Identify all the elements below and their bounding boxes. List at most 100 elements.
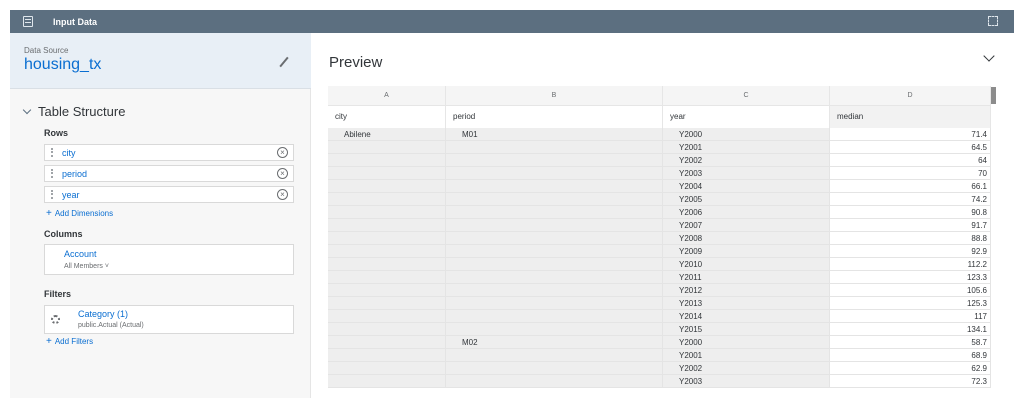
table-cell[interactable]: 88.8	[830, 232, 991, 245]
table-cell[interactable]	[446, 349, 663, 362]
filter-category[interactable]: Category (1) public.Actual (Actual)	[44, 305, 294, 334]
table-cell[interactable]: Y2011	[663, 271, 830, 284]
table-cell[interactable]: Y2009	[663, 245, 830, 258]
table-cell[interactable]	[328, 232, 446, 245]
table-cell[interactable]: 58.7	[830, 336, 991, 349]
remove-icon[interactable]: ×	[277, 168, 288, 179]
add-dimensions-link[interactable]: + Add Dimensions	[46, 208, 113, 219]
table-cell[interactable]: Y2004	[663, 180, 830, 193]
table-cell[interactable]	[328, 297, 446, 310]
table-cell[interactable]	[446, 167, 663, 180]
table-cell[interactable]: 68.9	[830, 349, 991, 362]
table-cell[interactable]	[328, 180, 446, 193]
table-cell[interactable]: 112.2	[830, 258, 991, 271]
table-cell[interactable]	[328, 154, 446, 167]
table-cell[interactable]	[446, 193, 663, 206]
column-letter[interactable]: D	[830, 86, 991, 105]
table-cell[interactable]	[328, 336, 446, 349]
table-cell[interactable]	[328, 206, 446, 219]
table-cell[interactable]	[328, 375, 446, 388]
table-cell[interactable]: Y2013	[663, 297, 830, 310]
table-cell[interactable]: Y2007	[663, 219, 830, 232]
field-header[interactable]: year	[663, 106, 830, 128]
table-cell[interactable]: 64.5	[830, 141, 991, 154]
chevron-down-icon[interactable]	[983, 50, 995, 62]
account-members-dropdown[interactable]: All Members ˅	[64, 263, 109, 270]
table-cell[interactable]: 71.4	[830, 128, 991, 141]
account-column[interactable]: Account All Members ˅	[44, 244, 294, 275]
table-cell[interactable]	[328, 193, 446, 206]
row-dimension-year[interactable]: year ×	[44, 186, 294, 203]
field-header[interactable]: city	[328, 106, 446, 128]
table-cell[interactable]	[328, 284, 446, 297]
table-structure-toggle[interactable]: Table Structure	[22, 104, 125, 119]
table-cell[interactable]	[446, 180, 663, 193]
table-cell[interactable]: 105.6	[830, 284, 991, 297]
table-cell[interactable]: Y2002	[663, 154, 830, 167]
column-letter[interactable]: A	[328, 86, 446, 105]
table-cell[interactable]: Y2002	[663, 362, 830, 375]
remove-icon[interactable]: ×	[277, 147, 288, 158]
table-cell[interactable]	[328, 141, 446, 154]
table-cell[interactable]: Y2001	[663, 349, 830, 362]
table-cell[interactable]	[328, 167, 446, 180]
restore-icon[interactable]	[988, 16, 998, 26]
pencil-icon[interactable]	[279, 56, 289, 68]
table-cell[interactable]: Y2014	[663, 310, 830, 323]
table-cell[interactable]	[328, 349, 446, 362]
table-cell[interactable]	[446, 271, 663, 284]
table-cell[interactable]	[446, 310, 663, 323]
table-cell[interactable]: Abilene	[328, 128, 446, 141]
table-cell[interactable]	[446, 323, 663, 336]
table-cell[interactable]	[328, 310, 446, 323]
table-cell[interactable]: Y2001	[663, 141, 830, 154]
field-header[interactable]: median	[830, 106, 991, 128]
table-cell[interactable]: 125.3	[830, 297, 991, 310]
table-cell[interactable]	[328, 362, 446, 375]
table-cell[interactable]	[446, 219, 663, 232]
add-filters-link[interactable]: + Add Filters	[46, 336, 93, 347]
table-cell[interactable]	[446, 375, 663, 388]
table-cell[interactable]: 62.9	[830, 362, 991, 375]
table-cell[interactable]: 90.8	[830, 206, 991, 219]
table-cell[interactable]: 64	[830, 154, 991, 167]
column-letter[interactable]: C	[663, 86, 830, 105]
table-cell[interactable]: 91.7	[830, 219, 991, 232]
vertical-scrollbar[interactable]	[991, 87, 996, 104]
table-cell[interactable]: Y2000	[663, 336, 830, 349]
remove-icon[interactable]: ×	[277, 189, 288, 200]
column-letter[interactable]: B	[446, 86, 663, 105]
table-cell[interactable]	[446, 154, 663, 167]
table-cell[interactable]: Y2006	[663, 206, 830, 219]
table-cell[interactable]	[446, 297, 663, 310]
table-cell[interactable]: Y2010	[663, 258, 830, 271]
table-cell[interactable]: 92.9	[830, 245, 991, 258]
table-cell[interactable]	[446, 245, 663, 258]
table-cell[interactable]: Y2005	[663, 193, 830, 206]
drag-handle-icon[interactable]	[51, 169, 53, 178]
drag-handle-icon[interactable]	[51, 148, 53, 157]
table-cell[interactable]	[328, 271, 446, 284]
table-cell[interactable]	[446, 232, 663, 245]
table-cell[interactable]	[446, 206, 663, 219]
drag-handle-icon[interactable]	[51, 190, 53, 199]
table-cell[interactable]	[328, 245, 446, 258]
table-cell[interactable]: M01	[446, 128, 663, 141]
table-cell[interactable]	[328, 323, 446, 336]
table-cell[interactable]	[328, 258, 446, 271]
table-cell[interactable]: Y2008	[663, 232, 830, 245]
table-cell[interactable]: Y2000	[663, 128, 830, 141]
table-cell[interactable]	[446, 141, 663, 154]
table-cell[interactable]: 134.1	[830, 323, 991, 336]
table-cell[interactable]: 123.3	[830, 271, 991, 284]
table-cell[interactable]	[446, 362, 663, 375]
field-header[interactable]: period	[446, 106, 663, 128]
row-dimension-period[interactable]: period ×	[44, 165, 294, 182]
table-cell[interactable]: Y2015	[663, 323, 830, 336]
table-cell[interactable]: Y2003	[663, 375, 830, 388]
table-cell[interactable]: 66.1	[830, 180, 991, 193]
table-cell[interactable]	[328, 219, 446, 232]
table-cell[interactable]: 72.3	[830, 375, 991, 388]
table-cell[interactable]	[446, 258, 663, 271]
table-cell[interactable]: Y2003	[663, 167, 830, 180]
